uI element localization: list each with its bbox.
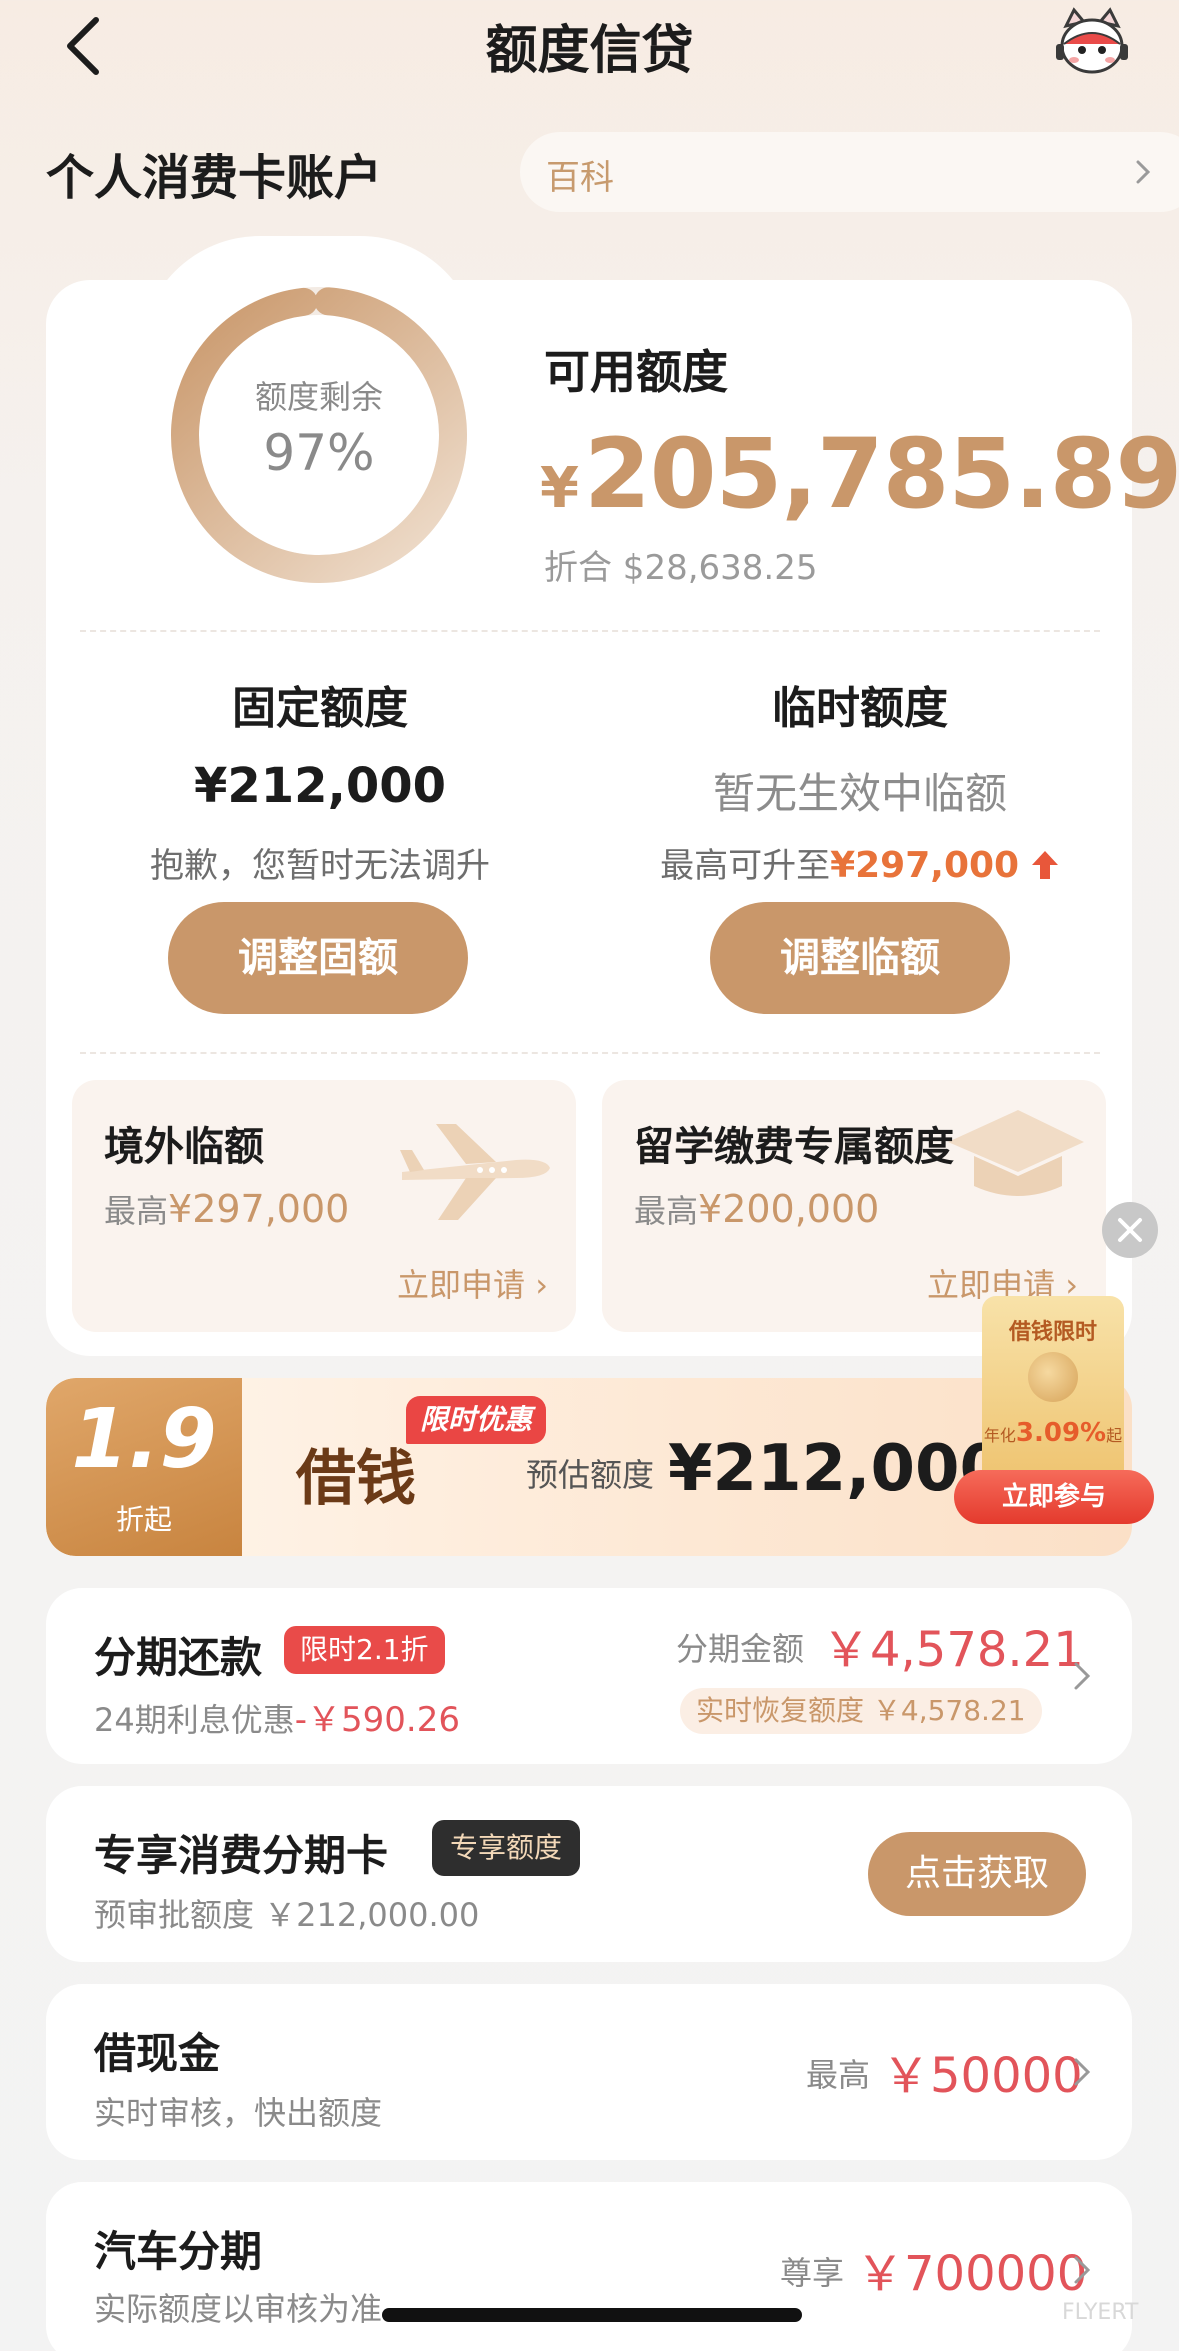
overseas-max-amount: ¥297,000 (168, 1187, 350, 1231)
car-title: 汽车分期 (94, 2227, 263, 2276)
fixed-title: 固定额度 (232, 683, 408, 734)
recover-credit-pill: 实时恢复额度 ￥4,578.21 (680, 1688, 1042, 1734)
cash-title: 借现金 (94, 2029, 221, 2078)
exclusive-title: 专享消费分期卡 (94, 1831, 389, 1880)
notice-text: 百科 (546, 158, 614, 198)
adjust-fixed-button[interactable]: 调整固额 (168, 902, 468, 1014)
overseas-max-prefix: 最高 (104, 1192, 169, 1230)
home-indicator (382, 2308, 802, 2322)
temp-note-prefix: 最高可升至 (660, 846, 831, 886)
chevron-right-icon (1074, 2256, 1091, 2284)
get-now-button[interactable]: 点击获取 (868, 1832, 1086, 1916)
installment-sub-prefix: 24期利息优惠 (94, 1701, 295, 1739)
overseas-title: 境外临额 (104, 1124, 264, 1170)
installment-title: 分期还款 (94, 1633, 263, 1682)
installment-sub-amount: -￥590.26 (294, 1700, 460, 1740)
loan-rate-badge: 1.9 折起 (46, 1378, 242, 1556)
notice-bar[interactable]: 百科 (520, 132, 1179, 212)
overseas-apply-link[interactable]: 立即申请 › (397, 1260, 548, 1306)
fixed-value: ¥212,000 (193, 758, 447, 814)
study-max: 最高¥200,000 (634, 1186, 879, 1232)
cash-right-amount: ￥50000 (882, 2048, 1083, 2104)
exclusive-installment-card[interactable]: 专享消费分期卡 专享额度 预审批额度 ￥212,000.00 点击获取 (46, 1786, 1132, 1962)
study-title: 留学缴费专属额度 (634, 1124, 954, 1170)
exclusive-sub: 预审批额度 ￥212,000.00 (94, 1896, 480, 1934)
available-amount-value: 205,785.89 (583, 418, 1179, 530)
installment-card[interactable]: 分期还款 限时2.1折 24期利息优惠-￥590.26 分期金额 ￥4,578.… (46, 1588, 1132, 1764)
promo-tag: 限时优惠 (406, 1396, 547, 1444)
chevron-right-icon (1074, 2058, 1091, 2086)
adjust-temp-button[interactable]: 调整临额 (710, 902, 1010, 1014)
account-title: 个人消费卡账户 (46, 150, 383, 206)
currency-symbol: ¥ (540, 456, 579, 521)
overseas-temp-card[interactable]: 境外临额 最高¥297,000 立即申请 › (72, 1080, 576, 1332)
ring-label: 额度剩余 (254, 378, 383, 416)
available-amount: ¥205,785.89 (540, 418, 1179, 530)
join-now-button[interactable]: 立即参与 (954, 1470, 1154, 1524)
estimate-label: 预估额度 (526, 1456, 655, 1494)
study-abroad-card[interactable]: 留学缴费专属额度 最高¥200,000 立即申请 › (602, 1080, 1106, 1332)
chevron-right-icon (1074, 1662, 1091, 1690)
fixed-note: 抱歉，您暂时无法调升 (150, 846, 490, 886)
ring-value: 97% (263, 424, 375, 482)
study-max-prefix: 最高 (634, 1192, 699, 1230)
car-right-label: 尊享 (780, 2254, 845, 2292)
watermark: FLYERT (1062, 2300, 1139, 2325)
car-sub: 实际额度以审核为准 (94, 2290, 383, 2328)
car-right-amount: ￥700000 (856, 2246, 1088, 2302)
loan-rate-sub: 折起 (115, 1503, 172, 1536)
close-float-button[interactable] (1102, 1202, 1158, 1258)
rp-rate-suffix: 起 (1106, 1426, 1123, 1445)
temp-value: 暂无生效中临额 (712, 769, 1007, 818)
installment-amount-label: 分期金额 (676, 1630, 805, 1668)
car-installment-card[interactable]: 汽车分期 实际额度以审核为准 尊享 ￥700000 (46, 2182, 1132, 2351)
exclusive-tag: 专享额度 (432, 1820, 581, 1876)
installment-amount: ￥4,578.21 (822, 1622, 1084, 1678)
cash-sub: 实时审核，快出额度 (94, 2094, 383, 2132)
red-packet-title: 借钱限时 (1008, 1320, 1097, 1345)
temp-title: 临时额度 (772, 683, 948, 734)
installment-tag: 限时2.1折 (284, 1626, 445, 1674)
loan-banner[interactable]: 1.9 折起 借钱 限时优惠 预估额度 ¥212,000 (46, 1378, 1132, 1556)
red-packet-float[interactable]: 借钱限时 年化3.09%起 (982, 1296, 1124, 1492)
overseas-max: 最高¥297,000 (104, 1186, 349, 1232)
temp-note: 最高可升至¥297,000 (640, 838, 1080, 887)
installment-sub: 24期利息优惠-￥590.26 (94, 1692, 460, 1741)
rp-rate-prefix: 年化 (983, 1426, 1016, 1445)
coin-icon (1028, 1352, 1078, 1402)
mascot-cat-icon[interactable] (1052, 4, 1132, 84)
overseas-apply-label: 立即申请 (397, 1266, 526, 1304)
loan-word: 借钱 (296, 1444, 416, 1514)
red-packet-rate: 年化3.09%起 (982, 1418, 1124, 1448)
loan-rate: 1.9 (71, 1392, 217, 1487)
rp-rate-value: 3.09% (1015, 1418, 1107, 1448)
graduation-cap-icon (948, 1110, 1084, 1196)
close-icon (1118, 1218, 1142, 1242)
cash-right-label: 最高 (806, 2056, 871, 2094)
cash-loan-card[interactable]: 借现金 实时审核，快出额度 最高 ￥50000 (46, 1984, 1132, 2160)
page-title: 额度信贷 (485, 21, 694, 81)
temp-note-amount: ¥297,000 (830, 845, 1020, 886)
airplane-icon (400, 1124, 550, 1220)
divider (80, 630, 1100, 632)
up-arrow-icon (1031, 851, 1058, 879)
divider (80, 1052, 1100, 1054)
usd-equivalent: 折合 $28,638.25 (544, 548, 818, 588)
chevron-right-icon (1136, 160, 1151, 184)
available-label: 可用额度 (544, 345, 728, 399)
study-max-amount: ¥200,000 (698, 1187, 880, 1231)
chevron-right-icon: › (535, 1266, 548, 1304)
